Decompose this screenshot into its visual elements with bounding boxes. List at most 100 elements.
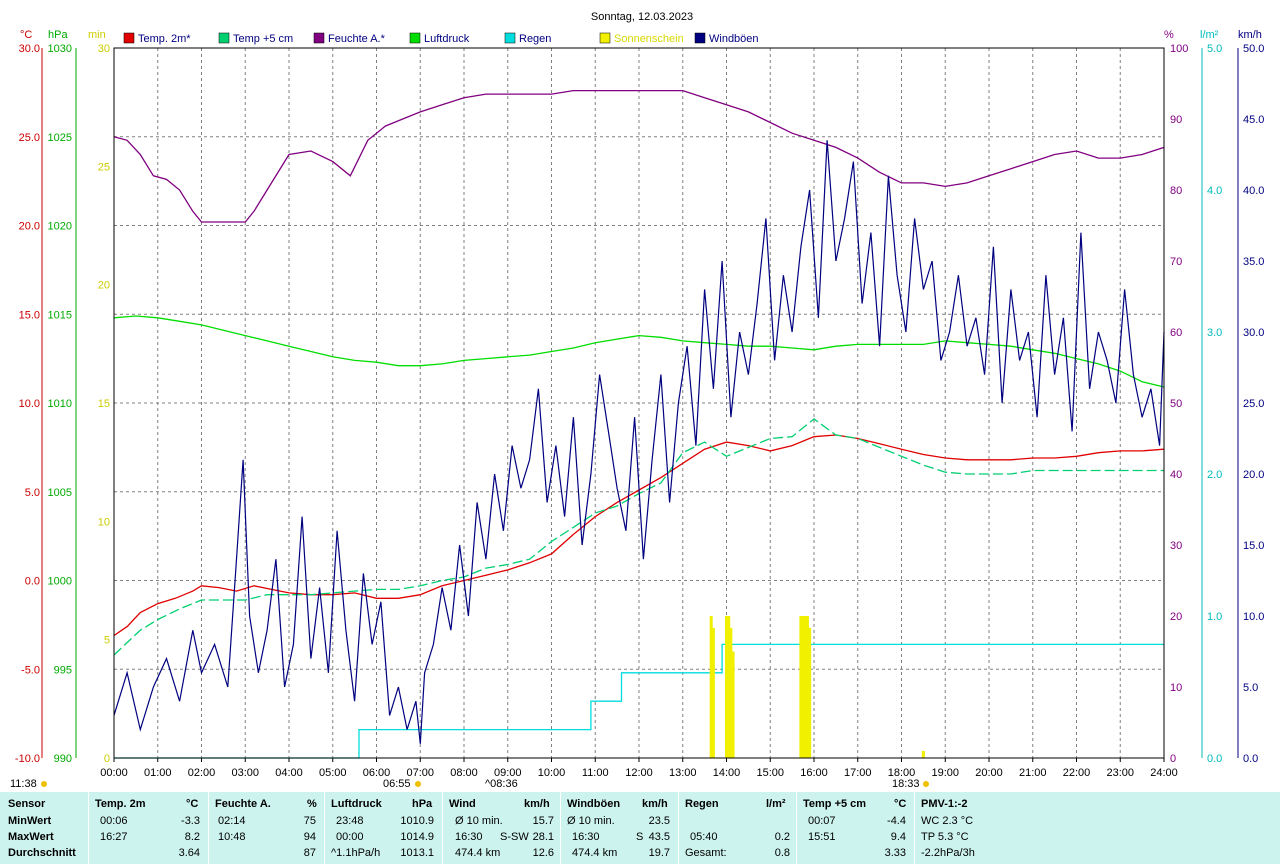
minutes-tick-label: 20 <box>98 280 110 292</box>
header-gusts: Windböen <box>567 798 621 810</box>
x-tick-label: 14:00 <box>713 767 741 779</box>
wind-tick-label: 25.0 <box>1243 398 1264 410</box>
min-humidity-time: 02:14 <box>218 815 246 827</box>
minutes-tick-label: 30 <box>98 43 110 55</box>
temp-tick-label: 5.0 <box>25 487 40 499</box>
min-temp2m-time: 00:06 <box>100 815 128 827</box>
minutes-axis-unit: min <box>88 29 106 41</box>
humidity-tick-label: 0 <box>1170 753 1176 765</box>
minutes-tick-label: 10 <box>98 516 110 528</box>
rain-total-value: 0.8 <box>774 847 790 859</box>
temp-tick-label: 30.0 <box>19 43 40 55</box>
sunrise-icon <box>415 781 421 787</box>
x-tick-label: 24:00 <box>1150 767 1178 779</box>
header-temp5cm: Temp +5 cm <box>803 798 867 810</box>
temp-tick-label: 15.0 <box>19 309 40 321</box>
x-tick-label: 10:00 <box>538 767 566 779</box>
min-wind-label: Ø 10 min. <box>455 815 503 827</box>
gust-distance: 474.4 km <box>572 847 618 859</box>
humidity-tick-label: 20 <box>1170 611 1182 623</box>
header-wind-unit: km/h <box>524 798 550 810</box>
legend-swatch <box>599 32 611 44</box>
column-separator <box>914 792 915 864</box>
wind-tick-label: 15.0 <box>1243 540 1264 552</box>
max-wind-time: 16:30 <box>455 831 483 843</box>
x-tick-label: 16:00 <box>800 767 828 779</box>
legend: Temp. 2m* Temp +5 cm Feuchte A.* Luftdruck R… <box>123 32 759 45</box>
min-pressure-time: 23:48 <box>336 815 364 827</box>
row-label-min: MinWert <box>8 815 52 827</box>
pmv-wc: WC 2.3 °C <box>921 815 974 827</box>
rain-tick-label: 1.0 <box>1207 611 1222 623</box>
header-pmv: PMV-1:-2 <box>921 798 968 810</box>
pmv-pressure-trend: -2.2hPa/3h <box>921 847 975 859</box>
legend-label: Feuchte A.* <box>328 33 386 45</box>
wind-tick-label: 30.0 <box>1243 327 1264 339</box>
max-pressure-time: 00:00 <box>336 831 364 843</box>
pressure-tick-label: 1020 <box>48 221 72 233</box>
x-tick-label: 05:00 <box>319 767 347 779</box>
chart-title: Sonntag, 12.03.2023 <box>591 11 693 23</box>
humidity-tick-label: 30 <box>1170 540 1182 552</box>
x-tick-label: 19:00 <box>931 767 959 779</box>
humidity-tick-label: 80 <box>1170 185 1182 197</box>
row-label-max: MaxWert <box>8 831 54 843</box>
temp-tick-label: -5.0 <box>21 664 40 676</box>
legend-swatch <box>409 32 421 44</box>
humidity-tick-label: 100 <box>1170 43 1188 55</box>
x-tick-label: 22:00 <box>1063 767 1091 779</box>
legend-swatch <box>694 32 706 44</box>
max-wind-value: 28.1 <box>532 831 554 843</box>
header-pressure-unit: hPa <box>412 798 433 810</box>
avg-temp5cm-value: 3.33 <box>884 847 906 859</box>
header-pressure: Luftdruck <box>331 798 382 810</box>
min-gust-label: Ø 10 min. <box>567 815 615 827</box>
min-temp2m-value: -3.3 <box>181 815 200 827</box>
legend-label: Temp +5 cm <box>233 33 293 45</box>
wind-tick-label: 50.0 <box>1243 43 1264 55</box>
wind-tick-label: 35.0 <box>1243 256 1264 268</box>
max-gust-time: 16:30 <box>572 831 600 843</box>
x-tick-label: 15:00 <box>756 767 784 779</box>
pressure-tick-label: 1000 <box>48 576 72 588</box>
x-tick-label: 00:00 <box>100 767 128 779</box>
max-humidity-time: 10:48 <box>218 831 246 843</box>
header-temp5cm-unit: °C <box>894 798 907 810</box>
avg-gust-value: 19.7 <box>648 847 670 859</box>
temp-tick-label: 25.0 <box>19 132 40 144</box>
minutes-tick-label: 0 <box>104 753 110 765</box>
legend-swatch <box>504 32 516 44</box>
min-pressure-value: 1010.9 <box>400 815 434 827</box>
column-separator <box>560 792 561 864</box>
rain-tick-label: 0.0 <box>1207 753 1222 765</box>
legend-label: Sonnenschein <box>614 33 684 45</box>
legend-swatch <box>313 32 325 44</box>
x-tick-label: 04:00 <box>275 767 303 779</box>
min-humidity-value: 75 <box>303 815 316 827</box>
header-temp2m-unit: °C <box>186 798 199 810</box>
avg-temp2m-value: 3.64 <box>178 847 200 859</box>
header-humidity-unit: % <box>307 798 317 810</box>
rain-axis-unit: l/m² <box>1200 29 1219 41</box>
sunset-label: 18:33 <box>892 778 920 790</box>
avg-humidity-value: 87 <box>303 847 316 859</box>
pressure-axis-unit: hPa <box>48 29 68 41</box>
header-rain: Regen <box>685 798 719 810</box>
max-temp2m-value: 8.2 <box>184 831 200 843</box>
rain-tick-label: 5.0 <box>1207 43 1222 55</box>
header-rain-unit: l/m² <box>766 798 786 810</box>
pressure-tick-label: 995 <box>54 664 72 676</box>
x-tick-label: 12:00 <box>625 767 653 779</box>
humidity-tick-label: 90 <box>1170 114 1182 126</box>
sunshine-bar <box>808 627 812 758</box>
minutes-tick-label: 15 <box>98 398 110 410</box>
min-temp5cm-value: -4.4 <box>887 815 906 827</box>
wind-tick-label: 45.0 <box>1243 114 1264 126</box>
row-label-average: Durchschnitt <box>8 847 76 859</box>
max-gust-value: 43.5 <box>648 831 670 843</box>
humidity-tick-label: 10 <box>1170 682 1182 694</box>
sunshine-bar <box>731 651 735 758</box>
min-temp5cm-time: 00:07 <box>808 815 836 827</box>
humidity-tick-label: 70 <box>1170 256 1182 268</box>
legend-label: Temp. 2m* <box>138 33 191 45</box>
